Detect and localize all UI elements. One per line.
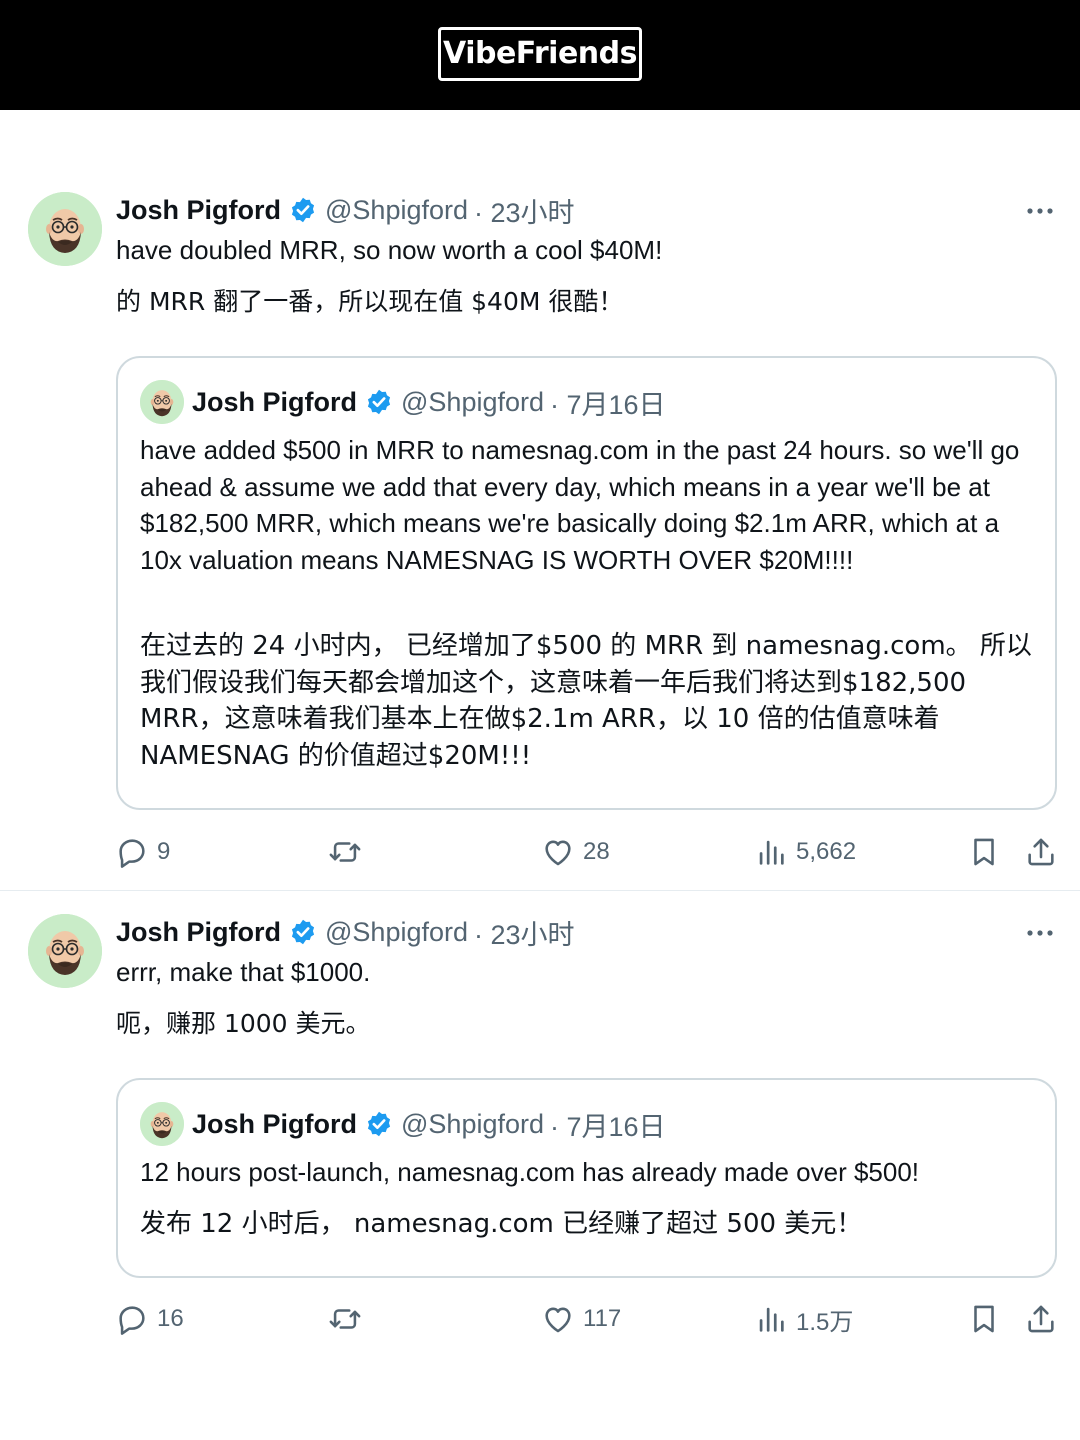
quoted-tweet-text: 12 hours post-launch, namesnag.com has a… <box>140 1157 920 1187</box>
tweet-header: Josh Pigford @Shpigford · 23小时 <box>116 914 575 950</box>
reply-icon <box>115 1302 149 1336</box>
tweet-text-translation: 呃，赚那 1000 美元。 <box>116 1009 371 1038</box>
views-icon <box>754 1302 788 1336</box>
quoted-tweet-time: · 7月16日 <box>550 1111 666 1142</box>
retweet-button[interactable] <box>328 1297 362 1341</box>
more-options-icon[interactable] <box>1022 921 1058 945</box>
tweet-actions: 16 117 1.5万 <box>0 1297 1080 1341</box>
author-handle[interactable]: @Shpigford <box>325 917 468 948</box>
quoted-avatar <box>140 1102 184 1146</box>
reply-button[interactable]: 16 <box>115 1297 184 1341</box>
bookmark-button[interactable] <box>967 1297 1001 1341</box>
retweet-icon <box>328 1302 362 1336</box>
tweet-text: errr, make that $1000. <box>116 957 371 987</box>
verified-badge-icon <box>365 1110 393 1138</box>
quoted-tweet-header: Josh Pigford @Shpigford · 7月16日 <box>140 1102 666 1146</box>
author-name[interactable]: Josh Pigford <box>116 917 281 948</box>
like-count: 117 <box>583 1305 622 1332</box>
quoted-tweet-translation: 发布 12 小时后， namesnag.com 已经赚了超过 500 美元！ <box>140 1209 863 1239</box>
like-icon <box>541 1302 575 1336</box>
tweet: Josh Pigford @Shpigford · 23小时 errr, mak… <box>0 0 1080 1440</box>
share-icon <box>1024 1302 1058 1336</box>
views-button[interactable]: 1.5万 <box>754 1297 853 1341</box>
reply-count: 16 <box>157 1305 184 1332</box>
share-button[interactable] <box>1024 1297 1058 1341</box>
like-button[interactable]: 117 <box>541 1297 621 1341</box>
tweet-time[interactable]: · 23小时 <box>474 913 575 952</box>
quoted-author-handle: @Shpigford <box>401 1108 545 1139</box>
avatar-image <box>28 914 102 988</box>
bookmark-icon <box>967 1302 1001 1336</box>
view-count: 1.5万 <box>796 1308 854 1336</box>
quoted-tweet[interactable]: Josh Pigford @Shpigford · 7月16日 12 hours… <box>116 1078 1057 1278</box>
avatar[interactable] <box>28 914 102 988</box>
quoted-author-name: Josh Pigford <box>192 1108 358 1139</box>
verified-badge-icon <box>289 918 317 946</box>
